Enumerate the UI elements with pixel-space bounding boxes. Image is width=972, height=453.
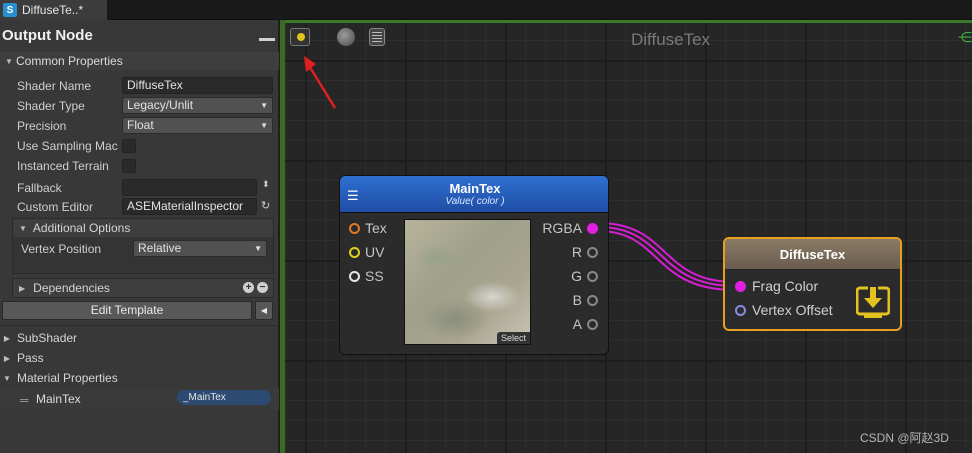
- port-dot-icon[interactable]: [735, 280, 746, 292]
- output-port-rgba[interactable]: RGBA: [542, 220, 598, 236]
- input-port-frag-color[interactable]: Frag Color: [735, 278, 818, 294]
- port-label: B: [572, 292, 582, 308]
- port-label: Tex: [365, 220, 387, 236]
- port-dot-icon[interactable]: [587, 318, 598, 330]
- port-label: SS: [365, 268, 384, 284]
- port-dot-icon[interactable]: [587, 270, 598, 282]
- master-output-icon: [856, 285, 890, 318]
- port-label: UV: [365, 244, 385, 260]
- output-port-b[interactable]: B: [573, 292, 598, 308]
- node-subtitle: Value( color ): [445, 196, 505, 207]
- port-label: R: [571, 244, 582, 260]
- port-dot-icon[interactable]: [587, 294, 598, 306]
- node-header[interactable]: DiffuseTex: [725, 239, 900, 270]
- maintex-node[interactable]: ☰ MainTex Value( color ) Tex UV SS Selec…: [339, 175, 609, 355]
- port-label: A: [572, 316, 582, 332]
- node-header[interactable]: ☰ MainTex Value( color ): [340, 176, 608, 213]
- select-button[interactable]: Select: [496, 332, 530, 344]
- port-label: G: [571, 268, 582, 284]
- output-port-r[interactable]: R: [572, 244, 598, 260]
- port-dot-icon[interactable]: [587, 246, 598, 258]
- port-label: RGBA: [542, 220, 582, 236]
- diffusetex-output-node[interactable]: DiffuseTex Frag Color Vertex Offset: [723, 237, 902, 331]
- input-port-ss[interactable]: SS: [349, 268, 384, 284]
- port-dot-icon[interactable]: [587, 222, 598, 234]
- output-port-g[interactable]: G: [571, 268, 598, 284]
- texture-preview[interactable]: Select: [404, 219, 531, 345]
- input-port-tex[interactable]: Tex: [349, 220, 387, 236]
- port-label: Vertex Offset: [752, 302, 833, 318]
- port-dot-icon[interactable]: [349, 270, 360, 282]
- node-title: MainTex: [449, 181, 501, 196]
- input-port-vertex-offset[interactable]: Vertex Offset: [735, 302, 833, 318]
- port-dot-icon[interactable]: [349, 246, 360, 258]
- watermark: CSDN @阿赵3D: [860, 431, 949, 445]
- port-label: Frag Color: [752, 278, 819, 294]
- port-dot-icon[interactable]: [735, 304, 746, 316]
- output-port-a[interactable]: A: [573, 316, 598, 332]
- node-title: DiffuseTex: [779, 247, 846, 262]
- input-port-uv[interactable]: UV: [349, 244, 384, 260]
- port-dot-icon[interactable]: [349, 222, 360, 234]
